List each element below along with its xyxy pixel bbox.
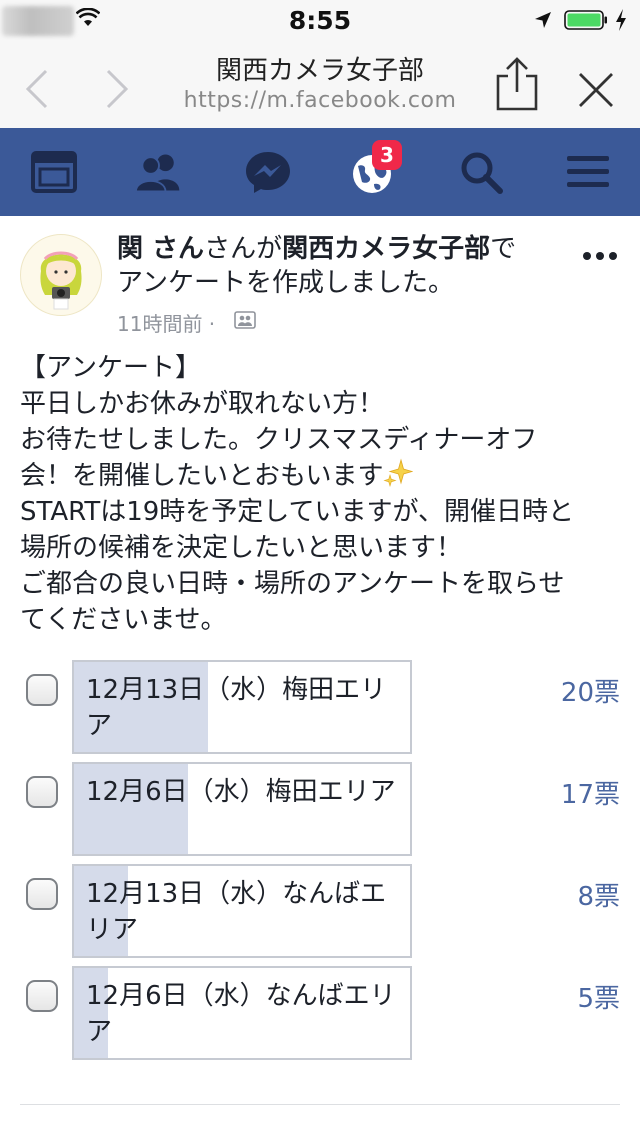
poll-vote-count[interactable]: 20票 <box>561 672 620 709</box>
poll-option-label: 12月6日（水）梅田エリア <box>86 777 396 807</box>
header-tail: で <box>490 234 517 264</box>
forward-arrow-icon[interactable] <box>102 68 132 110</box>
post-body-line: 会！を開催したいとおもいます <box>20 461 384 491</box>
post-body-line: 場所の候補を決定したいと思います！ <box>20 533 463 563</box>
poll-checkbox[interactable] <box>26 776 58 808</box>
messenger-icon[interactable] <box>244 150 292 194</box>
poll-option-label: 12月6日（水）なんばエリア <box>86 981 396 1047</box>
divider <box>20 1104 620 1105</box>
status-bar: 8:55 <box>0 0 640 40</box>
post-header: 関 さんさんが関西カメラ女子部で アンケートを作成しました。 <box>117 232 557 300</box>
share-icon[interactable] <box>494 56 540 112</box>
charging-bolt-icon <box>616 9 626 31</box>
avatar[interactable] <box>20 234 102 316</box>
poll-option-label: 12月13日（水）なんばエリア <box>86 879 387 945</box>
post-header-line-1: 関 さんさんが関西カメラ女子部で <box>117 232 557 266</box>
poll-option-bar[interactable]: 12月6日（水）梅田エリア <box>72 762 412 856</box>
close-icon[interactable] <box>576 70 616 110</box>
group-privacy-icon <box>234 311 256 329</box>
post-body-line: 平日しかお休みが取れない方！ <box>20 389 385 419</box>
url-field[interactable]: https://m.facebook.com <box>150 88 490 113</box>
poll-option-bar[interactable]: 12月13日（水）なんばエリア <box>72 864 412 958</box>
more-options-icon[interactable] <box>580 246 620 266</box>
poll-option-bar[interactable]: 12月6日（水）なんばエリア <box>72 966 412 1060</box>
friends-icon[interactable] <box>135 150 183 194</box>
poll-option[interactable]: 12月13日（水）梅田エリア 20票 <box>0 660 640 756</box>
poll-checkbox[interactable] <box>26 878 58 910</box>
post-body: 【アンケート】 平日しかお休みが取れない方！ お待たせしました。クリスマスディナ… <box>20 350 625 638</box>
avatar-illustration <box>40 251 82 310</box>
group-name[interactable]: 関西カメラ女子部 <box>282 234 490 264</box>
facebook-nav-bar <box>0 128 640 216</box>
cutoff-content <box>20 1122 300 1136</box>
post-body-line: ご都合の良い日時・場所のアンケートを取らせ <box>20 569 565 599</box>
poll-option[interactable]: 12月6日（水）梅田エリア 17票 <box>0 762 640 858</box>
post-body-line: STARTは19時を予定していますが、開催日時と <box>20 497 574 527</box>
news-feed-icon[interactable] <box>30 150 78 194</box>
post-timestamp[interactable]: 11時間前 · <box>117 308 215 337</box>
poll-vote-count[interactable]: 8票 <box>577 876 620 913</box>
poll-checkbox[interactable] <box>26 980 58 1012</box>
browser-toolbar: 関西カメラ女子部 https://m.facebook.com <box>0 40 640 128</box>
poll-option-label: 12月13日（水）梅田エリア <box>86 675 387 741</box>
menu-icon[interactable] <box>564 150 612 194</box>
post-header-line-2: アンケートを作成しました。 <box>117 268 454 298</box>
poll-option[interactable]: 12月6日（水）なんばエリア 5票 <box>0 966 640 1062</box>
post-body-line: お待たせしました。クリスマスディナーオフ <box>20 425 538 455</box>
poll-option[interactable]: 12月13日（水）なんばエリア 8票 <box>0 864 640 960</box>
location-arrow-icon <box>535 12 551 28</box>
post-body-line: てくださいませ。 <box>20 605 227 635</box>
author-name[interactable]: 関 さん <box>117 234 204 264</box>
poll-vote-count[interactable]: 17票 <box>561 774 620 811</box>
header-connector: さんが <box>204 234 283 264</box>
poll-option-bar[interactable]: 12月13日（水）梅田エリア <box>72 660 412 754</box>
notification-badge: 3 <box>372 140 402 170</box>
battery-icon <box>564 10 607 30</box>
back-arrow-icon[interactable] <box>22 68 52 110</box>
poll-vote-count[interactable]: 5票 <box>577 978 620 1015</box>
post-body-line-with-sparkle: 会！を開催したいとおもいます <box>20 458 625 494</box>
poll-checkbox[interactable] <box>26 674 58 706</box>
post-body-line: 【アンケート】 <box>20 353 201 383</box>
search-icon[interactable] <box>458 150 506 194</box>
sparkles-emoji-icon <box>383 458 414 488</box>
page-title: 関西カメラ女子部 <box>215 56 424 86</box>
